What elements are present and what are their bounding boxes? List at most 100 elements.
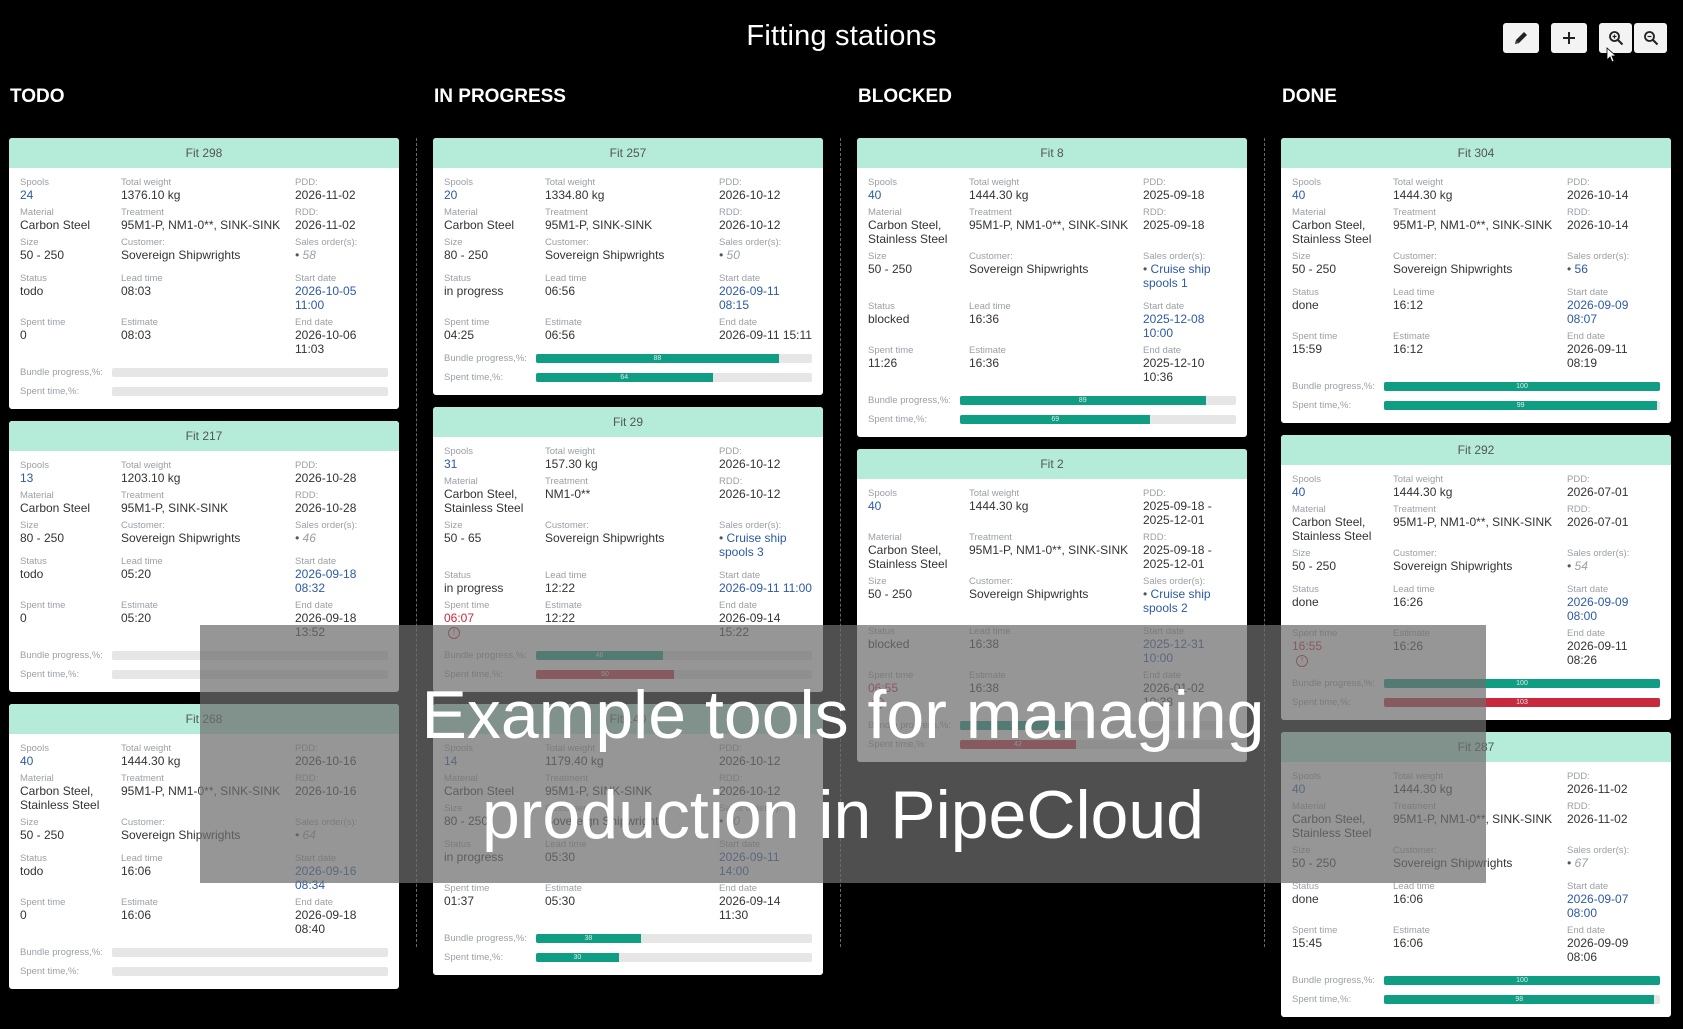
bundle-progress-row: Bundle progress,%: 38 xyxy=(444,930,812,946)
end-date-field: End date 2026-09-18 08:40 xyxy=(295,897,388,936)
bundle-progress-bar xyxy=(112,947,388,957)
customer-value: Sovereign Shipwrights xyxy=(121,531,241,545)
size-label: Size xyxy=(1292,548,1311,559)
pdd-label: PDD: xyxy=(1567,771,1590,782)
rdd-value: 2026-10-12 xyxy=(719,487,781,501)
end-date-field: End date 2025-12-10 10:36 xyxy=(1143,345,1236,384)
bundle-progress-label: Bundle progress,%: xyxy=(20,366,103,378)
start-date-field: Start date 2026-09-09 08:00 xyxy=(1567,584,1660,623)
pdd-label: PDD: xyxy=(295,460,318,471)
estimate-value: 08:03 xyxy=(121,328,152,342)
customer-value: Sovereign Shipwrights xyxy=(121,248,241,262)
start-date-label: Start date xyxy=(1143,301,1185,312)
spent-time-progress-fill: 98 xyxy=(1384,994,1655,1004)
zoom-out-button[interactable] xyxy=(1634,23,1667,53)
card-title[interactable]: Fit 217 xyxy=(9,421,399,451)
card-title[interactable]: Fit 304 xyxy=(1281,138,1671,168)
bundle-progress-row: Bundle progress,%: xyxy=(20,364,388,380)
spools-field: Spools 20 xyxy=(444,177,539,202)
total-weight-label: Total weight xyxy=(1393,177,1444,188)
customer-field: Customer:Sovereign Shipwrights xyxy=(545,237,713,262)
material-value: Carbon Steel, Stainless Steel xyxy=(1292,515,1372,543)
pdd-field: PDD:2026-10-12 xyxy=(719,177,812,202)
size-value: 80 - 250 xyxy=(20,531,65,545)
customer-value: Sovereign Shipwrights xyxy=(545,531,665,545)
toolbar xyxy=(1503,23,1667,53)
size-value: 80 - 250 xyxy=(444,248,489,262)
bundle-progress-bar: 88 xyxy=(536,353,812,363)
bundle-progress-bar xyxy=(112,367,388,377)
customer-field: Customer:Sovereign Shipwrights xyxy=(121,520,289,545)
material-label: Material xyxy=(444,476,478,487)
plus-icon xyxy=(1563,32,1575,44)
edit-button[interactable] xyxy=(1503,23,1539,53)
card-title[interactable]: Fit 298 xyxy=(9,138,399,168)
lead-time-field: Lead time 16:26 xyxy=(1393,584,1561,623)
card-details: Spools 40 Total weight 1444.30 kg PDD: 2025-0… xyxy=(868,177,1236,295)
spent-time-label: Spent time xyxy=(444,600,490,611)
total-weight-label: Total weight xyxy=(1393,474,1444,485)
customer-label: Customer: xyxy=(545,520,589,531)
pdd-field: PDD: 2026-10-14 xyxy=(1567,177,1660,202)
status-field: Status todo xyxy=(20,556,115,595)
spools-value: 40 xyxy=(1292,485,1306,499)
total-weight-value: 1444.30 kg xyxy=(1393,188,1453,202)
add-button[interactable] xyxy=(1551,23,1587,53)
lead-time-value: 16:06 xyxy=(1393,892,1424,906)
station-card[interactable]: Fit 304 Spools 40 Total weight 1444.30 kg PDD… xyxy=(1281,138,1671,423)
status-field: Status todo xyxy=(20,273,115,312)
spent-time-progress-row: Spent time,%: 69 xyxy=(868,411,1236,427)
size-value: 50 - 250 xyxy=(868,262,913,276)
total-weight-value: 1203.10 kg xyxy=(121,471,181,485)
status-value: in progress xyxy=(444,581,504,595)
card-title[interactable]: Fit 257 xyxy=(433,138,823,168)
sales-order-field: Sales order(s):67 xyxy=(1567,845,1660,870)
station-card[interactable]: Fit 8 Spools 40 Total weight 1444.30 kg PDD: 2… xyxy=(857,138,1247,437)
estimate-label: Estimate xyxy=(121,897,158,908)
spent-time-label: Spent time xyxy=(20,317,66,328)
bundle-progress-row: Bundle progress,%: xyxy=(20,944,388,960)
lead-time-field: Lead time 05:20 xyxy=(121,556,289,595)
card-title[interactable]: Fit 292 xyxy=(1281,435,1671,465)
card-title[interactable]: Fit 29 xyxy=(433,407,823,437)
spent-time-label: Spent time xyxy=(444,317,490,328)
treatment-field: Treatment95M1-P, SINK-SINK xyxy=(121,490,289,515)
pdd-field: PDD: 2025-09-18 - 2025-12-01 xyxy=(1143,488,1236,527)
customer-field: Customer:Sovereign Shipwrights xyxy=(1393,251,1561,276)
card-title[interactable]: Fit 2 xyxy=(857,449,1247,479)
bundle-progress-fill: 88 xyxy=(536,353,779,363)
pdd-field: PDD: 2026-11-02 xyxy=(1567,771,1660,796)
status-value: in progress xyxy=(444,284,504,298)
size-field: Size50 - 250 xyxy=(868,251,963,290)
spent-time-progress-bar: 98 xyxy=(1384,994,1660,1004)
pdd-label: PDD: xyxy=(1567,177,1590,188)
material-value: Carbon Steel xyxy=(20,501,91,515)
treatment-value: 95M1-P, NM1-0**, SINK-SINK xyxy=(1393,515,1553,529)
size-label: Size xyxy=(444,237,463,248)
sales-order-value: 67 xyxy=(1567,856,1660,870)
total-weight-value: 157.30 kg xyxy=(545,457,598,471)
pdd-value: 2026-10-14 xyxy=(1567,188,1629,202)
mouse-cursor-icon xyxy=(1606,47,1618,63)
total-weight-value: 1334.80 kg xyxy=(545,188,605,202)
spent-time-progress-label: Spent time,%: xyxy=(1292,993,1352,1005)
station-card[interactable]: Fit 257 Spools 20 Total weight 1334.80 kg PDD… xyxy=(433,138,823,395)
sales-order-value: Cruise ship spools 2 xyxy=(1143,587,1236,615)
status-label: Status xyxy=(444,273,471,284)
sales-order-label: Sales order(s): xyxy=(1567,251,1630,262)
rdd-label: RDD: xyxy=(295,490,319,501)
customer-label: Customer: xyxy=(969,576,1013,587)
spools-label: Spools xyxy=(868,488,898,499)
station-card[interactable]: Fit 298 Spools 24 Total weight 1376.10 kg PDD… xyxy=(9,138,399,409)
status-value: done xyxy=(1292,892,1319,906)
spent-time-progress-row: Spent time,%: 64 xyxy=(444,369,812,385)
spent-time-field: Spent time 04:25 xyxy=(444,317,539,342)
customer-label: Customer: xyxy=(1393,548,1437,559)
rdd-label: RDD: xyxy=(1143,532,1167,543)
start-date-value: 2026-09-18 08:32 xyxy=(295,567,357,595)
pdd-field: PDD: 2026-11-02 xyxy=(295,177,388,202)
lead-time-field: Lead time 06:56 xyxy=(545,273,713,312)
customer-value: Sovereign Shipwrights xyxy=(1393,559,1513,573)
card-title[interactable]: Fit 8 xyxy=(857,138,1247,168)
rdd-label: RDD: xyxy=(719,207,743,218)
